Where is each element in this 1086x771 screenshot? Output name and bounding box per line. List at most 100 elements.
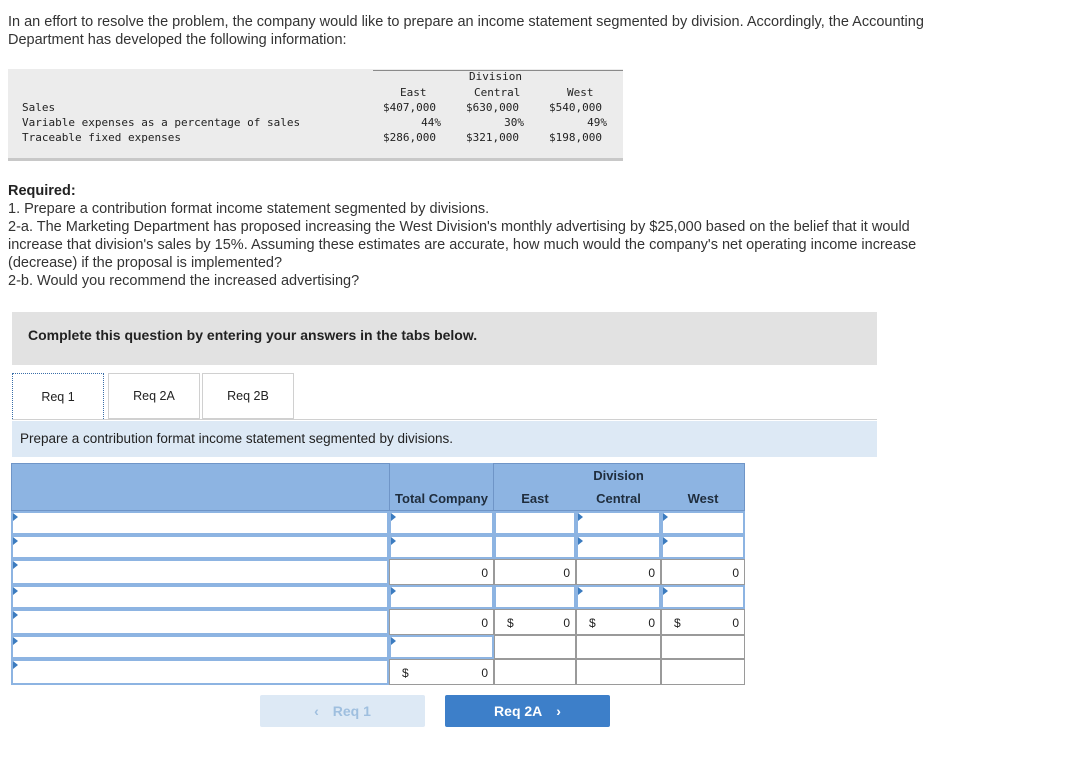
row-2-east-input[interactable]	[494, 535, 576, 559]
row-5-east-value: $0	[494, 609, 576, 635]
info-row-label: Sales	[22, 101, 56, 114]
dollar-sign: $	[674, 616, 681, 630]
row-4-east-input[interactable]	[494, 585, 576, 609]
info-division-label: Division	[469, 70, 522, 83]
dropdown-marker-icon	[663, 537, 668, 545]
row-6-label-input[interactable]	[11, 635, 389, 659]
dollar-sign: $	[402, 666, 409, 680]
dropdown-marker-icon	[663, 513, 668, 521]
zero-value: 0	[481, 566, 488, 580]
row-5-west-value: $0	[661, 609, 745, 635]
required-section: Required: 1. Prepare a contribution form…	[8, 182, 948, 290]
dropdown-marker-icon	[391, 513, 396, 521]
instruction-text: Prepare a contribution format income sta…	[20, 431, 453, 446]
info-value: $630,000	[466, 101, 519, 114]
row-7-total-value: $0	[389, 659, 494, 685]
prev-button[interactable]: ‹ Req 1	[260, 695, 425, 727]
row-2-label-input[interactable]	[11, 535, 389, 559]
chevron-right-icon: ›	[556, 703, 561, 719]
row-1-central-input[interactable]	[576, 511, 661, 535]
row-6-central-cell	[576, 635, 661, 659]
row-1-east-input[interactable]	[494, 511, 576, 535]
dropdown-marker-icon	[663, 587, 668, 595]
row-2-central-input[interactable]	[576, 535, 661, 559]
zero-value: 0	[481, 616, 488, 630]
row-3-west-value: 0	[661, 559, 745, 585]
row-3-total-value: 0	[389, 559, 494, 585]
row-3-label-input[interactable]	[11, 559, 389, 585]
info-value: $321,000	[466, 131, 519, 144]
info-value: $198,000	[549, 131, 602, 144]
row-5-label-input[interactable]	[11, 609, 389, 635]
info-value: 49%	[587, 116, 607, 129]
row-4-label-input[interactable]	[11, 585, 389, 609]
info-value: 30%	[504, 116, 524, 129]
dropdown-marker-icon	[391, 537, 396, 545]
prev-button-label: Req 1	[332, 703, 371, 719]
zero-value: 0	[563, 616, 570, 630]
row-1-west-input[interactable]	[661, 511, 745, 535]
required-line-1: 1. Prepare a contribution format income …	[8, 201, 490, 217]
header-east-label: East	[521, 491, 549, 506]
instruction-bar: Prepare a contribution format income sta…	[12, 421, 877, 457]
tab-req-1[interactable]: Req 1	[12, 373, 104, 419]
chevron-left-icon: ‹	[314, 703, 319, 719]
zero-value: 0	[563, 566, 570, 580]
dollar-sign: $	[589, 616, 596, 630]
dropdown-marker-icon	[13, 661, 18, 669]
row-7-label-input[interactable]	[11, 659, 389, 685]
info-value: $407,000	[383, 101, 436, 114]
row-7-central-cell	[576, 659, 661, 685]
row-3-central-value: 0	[576, 559, 661, 585]
row-4-central-input[interactable]	[576, 585, 661, 609]
zero-value: 0	[732, 566, 739, 580]
tab-divider	[12, 419, 877, 420]
dropdown-marker-icon	[13, 637, 18, 645]
required-line-2b: 2-b. Would you recommend the increased a…	[8, 273, 360, 289]
info-col-west: West	[567, 86, 594, 99]
required-heading: Required:	[8, 183, 76, 199]
header-total-company-label: Total Company	[395, 491, 488, 506]
row-4-west-input[interactable]	[661, 585, 745, 609]
row-4-total-input[interactable]	[389, 585, 494, 609]
zero-value: 0	[648, 566, 655, 580]
info-value: 44%	[421, 116, 441, 129]
row-5-total-value: 0	[389, 609, 494, 635]
row-1-label-input[interactable]	[11, 511, 389, 535]
instructions-banner: Complete this question by entering your …	[12, 312, 877, 365]
row-2-total-input[interactable]	[389, 535, 494, 559]
dropdown-marker-icon	[13, 561, 18, 569]
row-5-central-value: $0	[576, 609, 661, 635]
banner-text: Complete this question by entering your …	[28, 327, 478, 343]
income-statement-table: Total Company Division East Central West…	[11, 463, 745, 685]
row-6-east-cell	[494, 635, 576, 659]
info-col-east: East	[400, 86, 427, 99]
zero-value: 0	[732, 616, 739, 630]
header-west-label: West	[687, 491, 719, 506]
next-button[interactable]: Req 2A ›	[445, 695, 610, 727]
header-central-label: Central	[596, 491, 641, 506]
next-button-label: Req 2A	[494, 703, 543, 719]
dropdown-marker-icon	[578, 537, 583, 545]
info-row-label: Traceable fixed expenses	[22, 131, 181, 144]
row-3-east-value: 0	[494, 559, 576, 585]
dropdown-marker-icon	[391, 587, 396, 595]
row-7-west-cell	[661, 659, 745, 685]
row-6-west-cell	[661, 635, 745, 659]
info-col-central: Central	[474, 86, 521, 99]
info-value: $540,000	[549, 101, 602, 114]
row-1-total-input[interactable]	[389, 511, 494, 535]
zero-value: 0	[648, 616, 655, 630]
row-2-west-input[interactable]	[661, 535, 745, 559]
zero-value: 0	[481, 666, 488, 680]
tab-req-2b[interactable]: Req 2B	[202, 373, 294, 419]
info-table	[8, 69, 623, 161]
tab-req-2a[interactable]: Req 2A	[108, 373, 200, 419]
row-6-total-input[interactable]	[389, 635, 494, 659]
dropdown-marker-icon	[13, 537, 18, 545]
dropdown-marker-icon	[578, 587, 583, 595]
dropdown-marker-icon	[13, 611, 18, 619]
required-line-2a: 2-a. The Marketing Department has propos…	[8, 219, 917, 271]
row-7-east-cell	[494, 659, 576, 685]
header-division-label: Division	[593, 468, 644, 483]
